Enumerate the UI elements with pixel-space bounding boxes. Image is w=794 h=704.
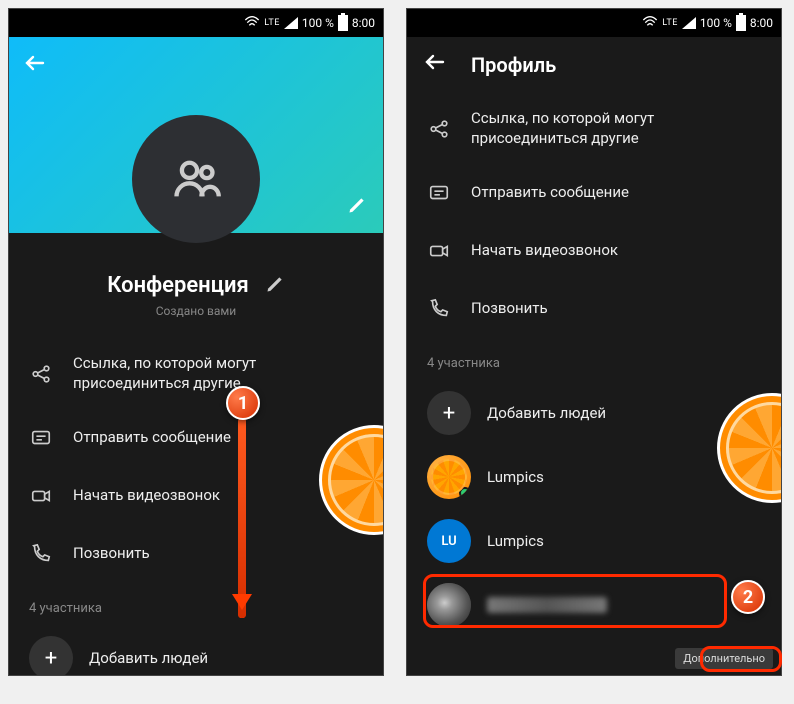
share-icon [29,363,53,385]
video-icon [29,485,53,507]
more-button[interactable]: Дополнительно [675,648,773,669]
share-icon [427,118,451,140]
message-icon [427,182,451,204]
profile-hero [9,37,383,233]
phone-icon [427,298,451,320]
phone-screen-right: LTE 100 % 8:00 Профиль Ссылка, по которо… [406,8,782,676]
participant-name-blurred [487,597,607,613]
edit-title-button[interactable] [265,274,285,298]
status-bar: LTE 100 % 8:00 [9,9,383,37]
avatar-orange [427,455,471,499]
video-call-label: Начать видеозвонок [471,241,761,261]
avatar-photo [427,583,471,627]
step-marker-2: 2 [731,580,765,614]
battery-pct: 100 % [700,16,732,30]
add-people-item[interactable]: + Добавить людей [9,626,383,676]
participant-row[interactable]: LU Lumpics [407,509,781,573]
clock: 8:00 [750,16,773,30]
add-people-label: Добавить людей [487,404,606,422]
participants-count: 4 участника [407,338,781,381]
battery-pct: 100 % [302,16,334,30]
status-bar: LTE 100 % 8:00 [407,9,781,37]
video-call-item[interactable]: Начать видеозвонок [407,222,781,280]
header-title: Профиль [471,53,556,77]
battery-icon [338,15,348,31]
share-link-label: Ссылка, по которой могут присоединиться … [471,109,761,148]
plus-icon: + [427,391,471,435]
avatar-initials: LU [427,519,471,563]
edit-avatar-button[interactable] [347,195,367,219]
send-message-item[interactable]: Отправить сообщение [407,164,781,222]
back-button[interactable] [423,50,447,80]
created-by-label: Создано вами [9,304,383,318]
header-bar: Профиль [407,37,781,93]
group-avatar[interactable] [132,115,260,243]
share-link-item[interactable]: Ссылка, по которой могут присоединиться … [407,93,781,164]
back-button[interactable] [23,51,47,81]
add-people-label: Добавить людей [89,649,208,667]
phone-screen-left: LTE 100 % 8:00 Конференция Создано вами [8,8,384,676]
participant-row[interactable] [407,573,781,637]
group-title: Конференция [107,273,249,298]
share-link-item[interactable]: Ссылка, по которой могут присоединиться … [9,338,383,409]
participants-count: 4 участника [9,583,383,626]
clock: 8:00 [352,16,375,30]
wifi-icon [244,16,260,31]
video-icon [427,240,451,262]
battery-icon [736,15,746,31]
send-message-label: Отправить сообщение [73,428,363,448]
signal-icon [284,17,298,29]
message-icon [29,427,53,449]
call-item[interactable]: Позвонить [9,525,383,583]
call-label: Позвонить [73,544,363,564]
participant-name: Lumpics [487,468,544,486]
people-icon [170,153,222,205]
phone-icon [29,543,53,565]
participant-name: Lumpics [487,532,544,550]
call-label: Позвонить [471,299,761,319]
call-item[interactable]: Позвонить [407,280,781,338]
wifi-icon [642,16,658,31]
lte-label: LTE [264,18,280,28]
signal-icon [682,17,696,29]
plus-icon: + [29,636,73,676]
lte-label: LTE [662,18,678,28]
send-message-label: Отправить сообщение [471,183,761,203]
step-marker-1: 1 [226,386,260,420]
arrow-down-icon [240,418,244,618]
share-link-label: Ссылка, по которой могут присоединиться … [73,354,363,393]
title-row: Конференция [9,273,383,304]
presence-online-icon [459,487,471,499]
